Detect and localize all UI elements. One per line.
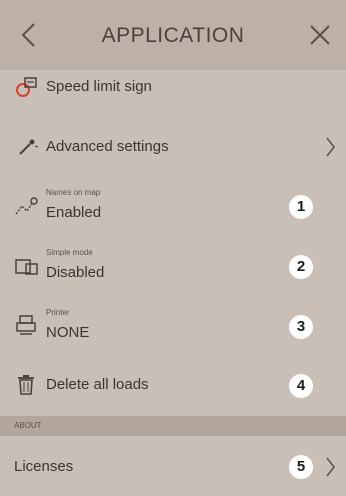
map-names-icon (15, 197, 38, 215)
licenses-label: Licenses (14, 458, 74, 475)
about-header-label: ABOUT (14, 421, 42, 430)
names-on-map-caption: Names on map (46, 188, 101, 197)
simple-mode-row[interactable]: Simple mode Disabled 2 (0, 246, 346, 286)
speed-limit-sign-label: Speed limit sign (46, 78, 152, 95)
simple-mode-icon (15, 259, 38, 275)
chevron-right-icon (326, 137, 335, 157)
badge-3: 3 (289, 315, 313, 339)
simple-mode-caption: Simple mode (46, 248, 93, 257)
advanced-settings-label: Advanced settings (46, 138, 169, 155)
names-on-map-value: Enabled (46, 204, 102, 221)
close-icon[interactable] (306, 20, 334, 50)
page-title: APPLICATION (101, 24, 245, 47)
badge-1: 1 (289, 195, 313, 219)
advanced-settings-row[interactable]: Advanced settings (0, 134, 346, 160)
delete-all-loads-label: Delete all loads (46, 376, 149, 393)
licenses-row[interactable]: Licenses 5 (0, 452, 346, 482)
printer-value: NONE (46, 324, 90, 341)
chevron-right-icon (326, 457, 335, 477)
printer-icon (16, 315, 36, 335)
wand-icon (19, 139, 39, 155)
simple-mode-value: Disabled (46, 264, 105, 281)
header-bar: APPLICATION (0, 0, 346, 70)
printer-row[interactable]: Printer NONE 3 (0, 306, 346, 346)
badge-2: 2 (289, 255, 313, 279)
badge-5: 5 (289, 455, 313, 479)
names-on-map-row[interactable]: Names on map Enabled 1 (0, 186, 346, 226)
speed-limit-sign-row[interactable]: Speed limit sign (0, 74, 346, 100)
badge-4: 4 (289, 374, 313, 398)
delete-all-loads-row[interactable]: Delete all loads 4 (0, 372, 346, 400)
about-section-header: ABOUT (0, 416, 346, 436)
trash-icon (18, 375, 34, 395)
printer-caption: Printer (46, 308, 70, 317)
speed-limit-sign-icon (16, 77, 37, 97)
